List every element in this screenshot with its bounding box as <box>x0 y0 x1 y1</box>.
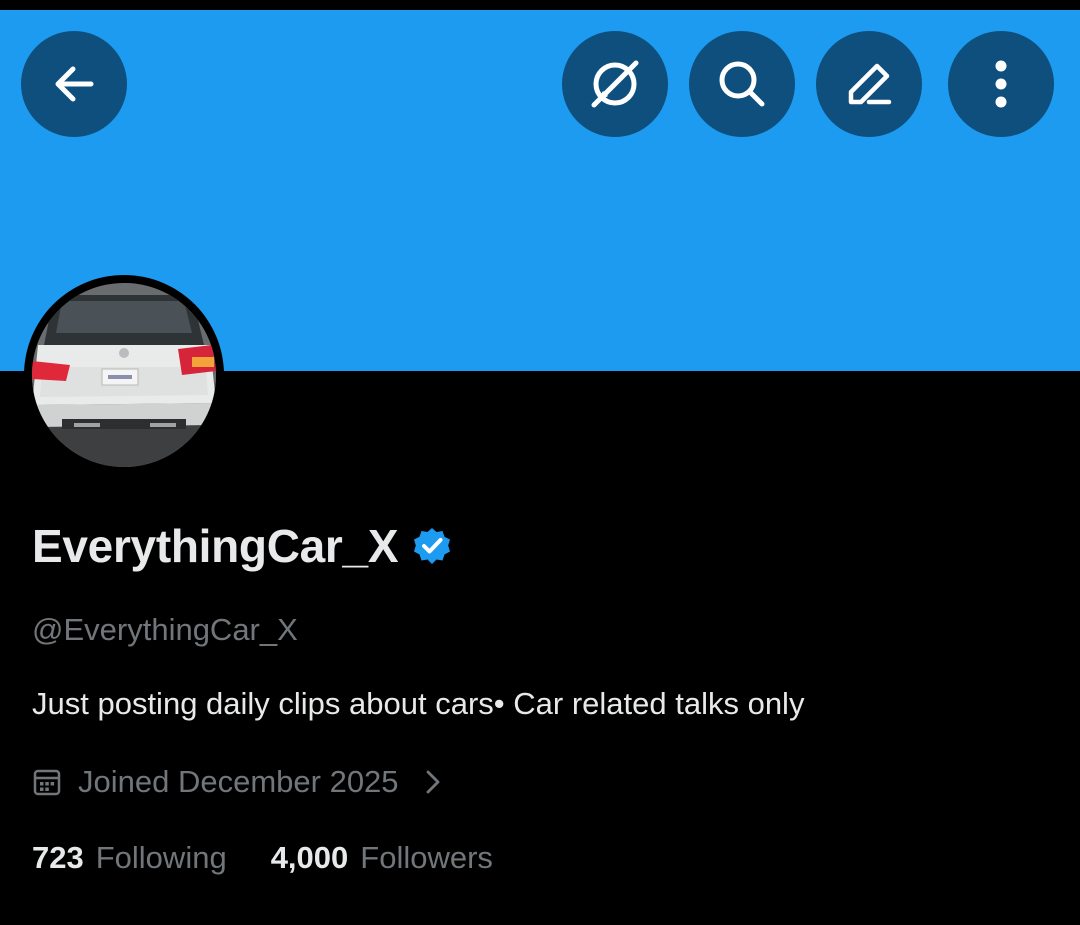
following-count: 723 <box>32 840 84 875</box>
followers-count: 4,000 <box>270 840 349 875</box>
chevron-right-icon <box>426 770 439 794</box>
avatar[interactable] <box>24 275 224 475</box>
follow-stats: 723 Following 4,000 Followers <box>32 836 493 880</box>
calendar-icon <box>33 769 61 796</box>
grok-icon <box>591 60 639 108</box>
more-options-button[interactable] <box>948 31 1054 137</box>
followers-label: Followers <box>360 840 493 875</box>
search-button[interactable] <box>689 31 795 137</box>
display-name-row: EverythingCar_X <box>32 516 452 576</box>
edit-icon <box>848 63 892 105</box>
grok-button[interactable] <box>562 31 668 137</box>
followers-stat[interactable]: 4,000 Followers <box>271 840 493 876</box>
edit-profile-button[interactable] <box>816 31 922 137</box>
following-stat[interactable]: 723 Following <box>32 840 227 876</box>
verified-badge-icon[interactable] <box>412 526 452 566</box>
back-arrow-icon <box>55 66 94 102</box>
handle: @EverythingCar_X <box>32 612 298 647</box>
more-vertical-icon <box>995 60 1007 108</box>
joined-date: Joined December 2025 <box>78 764 399 799</box>
back-button[interactable] <box>21 31 127 137</box>
following-label: Following <box>95 840 227 875</box>
avatar-photo <box>32 283 216 467</box>
profile-page: EverythingCar_X @EverythingCar_X Just po… <box>0 0 1080 925</box>
search-icon <box>719 61 765 107</box>
display-name: EverythingCar_X <box>32 520 399 572</box>
joined-date-row[interactable]: Joined December 2025 <box>32 760 445 804</box>
bio: Just posting daily clips about cars• Car… <box>32 686 805 721</box>
